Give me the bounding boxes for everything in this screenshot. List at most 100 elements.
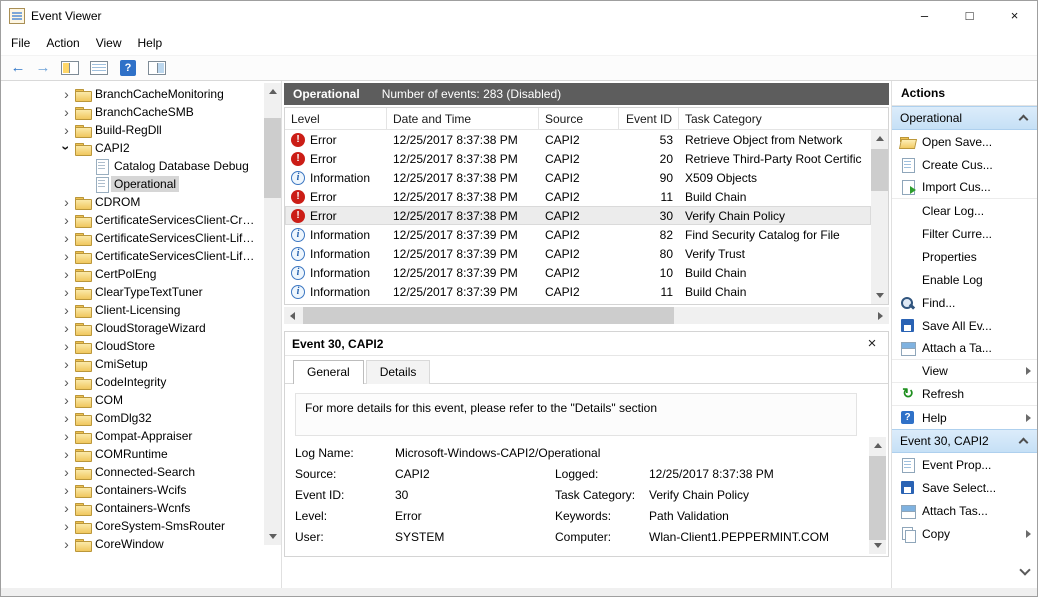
- scroll-right-icon[interactable]: [872, 307, 889, 324]
- tree-expander-icon[interactable]: [59, 357, 74, 372]
- tree-expander-icon[interactable]: [59, 447, 74, 462]
- event-row[interactable]: Information 12/25/2017 8:37:39 PM CAPI2 …: [285, 225, 871, 244]
- menu-item[interactable]: Help: [130, 33, 171, 53]
- menu-item[interactable]: Action: [38, 33, 87, 53]
- tree-item[interactable]: CoreWindow: [1, 535, 264, 553]
- action-row[interactable]: Copy: [892, 522, 1037, 545]
- event-list-scrollbar[interactable]: [871, 130, 888, 304]
- tree-item[interactable]: CertificateServicesClient-Lifec...: [1, 229, 264, 247]
- tree-expander-icon[interactable]: [59, 249, 74, 264]
- minimize-button[interactable]: –: [902, 1, 947, 31]
- event-row[interactable]: Error 12/25/2017 8:37:38 PM CAPI2 20 Ret…: [285, 149, 871, 168]
- tree-item[interactable]: Containers-Wcifs: [1, 481, 264, 499]
- tree-item[interactable]: CertificateServicesClient-Cred...: [1, 211, 264, 229]
- action-row[interactable]: Help: [892, 406, 1037, 429]
- tree-item[interactable]: Connected-Search: [1, 463, 264, 481]
- column-header-task-category[interactable]: Task Category: [679, 108, 871, 129]
- collapse-chevron-icon[interactable]: [1019, 436, 1029, 446]
- menu-item[interactable]: File: [3, 33, 38, 53]
- tree-item[interactable]: ComDlg32: [1, 409, 264, 427]
- tree-expander-icon[interactable]: [59, 393, 74, 408]
- scrollbar-thumb[interactable]: [264, 118, 281, 198]
- scroll-down-icon[interactable]: [264, 528, 281, 545]
- menu-item[interactable]: View: [88, 33, 130, 53]
- tree-item[interactable]: CodeIntegrity: [1, 373, 264, 391]
- back-arrow-icon[interactable]: [7, 58, 29, 78]
- tree-item[interactable]: COM: [1, 391, 264, 409]
- collapse-chevron-icon[interactable]: [1019, 113, 1029, 123]
- tree-expander-icon[interactable]: [59, 303, 74, 318]
- tree-item[interactable]: Containers-Wcnfs: [1, 499, 264, 517]
- column-header-source[interactable]: Source: [539, 108, 619, 129]
- tree-item[interactable]: CAPI2: [1, 139, 264, 157]
- event-row[interactable]: Information 12/25/2017 8:37:39 PM CAPI2 …: [285, 263, 871, 282]
- tree-item[interactable]: Operational: [1, 175, 264, 193]
- tree-expander-icon[interactable]: [59, 231, 74, 246]
- tree-item[interactable]: ClearTypeTextTuner: [1, 283, 264, 301]
- preview-tab[interactable]: Details: [366, 360, 431, 384]
- export-list-icon[interactable]: [89, 59, 109, 77]
- tree-expander-icon[interactable]: [59, 195, 74, 210]
- scrollbar-thumb[interactable]: [303, 307, 674, 324]
- scrollbar-thumb[interactable]: [871, 149, 888, 191]
- forward-arrow-icon[interactable]: [32, 58, 54, 78]
- scroll-up-icon[interactable]: [869, 437, 886, 454]
- tree-expander-icon[interactable]: [59, 339, 74, 354]
- action-row[interactable]: Clear Log...: [892, 199, 1037, 222]
- tree-expander-icon[interactable]: [59, 537, 74, 552]
- event-row[interactable]: Information 12/25/2017 8:37:38 PM CAPI2 …: [285, 168, 871, 187]
- scrollbar-track[interactable]: [301, 307, 872, 324]
- tree-expander-icon[interactable]: [59, 285, 74, 300]
- action-row[interactable]: Event Prop...: [892, 453, 1037, 476]
- scroll-up-icon[interactable]: [264, 83, 281, 100]
- action-row[interactable]: Find...: [892, 291, 1037, 314]
- column-header-date-time[interactable]: Date and Time: [387, 108, 539, 129]
- action-row[interactable]: Operational: [892, 106, 1037, 130]
- tree-item[interactable]: CDROM: [1, 193, 264, 211]
- scrollbar-track[interactable]: [869, 454, 886, 537]
- preview-tab[interactable]: General: [293, 360, 364, 384]
- action-row[interactable]: Attach Tas...: [892, 499, 1037, 522]
- event-row[interactable]: Error 12/25/2017 8:37:38 PM CAPI2 30 Ver…: [285, 206, 871, 225]
- event-row[interactable]: Error 12/25/2017 8:37:38 PM CAPI2 53 Ret…: [285, 130, 871, 149]
- tree-expander-icon[interactable]: [59, 267, 74, 282]
- tree-item[interactable]: CoreSystem-SmsRouter: [1, 517, 264, 535]
- action-row[interactable]: Attach a Ta...: [892, 337, 1037, 360]
- tree-item[interactable]: COMRuntime: [1, 445, 264, 463]
- tree-expander-icon[interactable]: [59, 141, 74, 156]
- tree-expander-icon[interactable]: [59, 429, 74, 444]
- scrollbar-track[interactable]: [264, 100, 281, 528]
- scrollbar-thumb[interactable]: [869, 456, 886, 540]
- column-header-event-id[interactable]: Event ID: [619, 108, 679, 129]
- action-row[interactable]: Create Cus...: [892, 153, 1037, 176]
- maximize-button[interactable]: □: [947, 1, 992, 31]
- scroll-left-icon[interactable]: [284, 307, 301, 324]
- action-row[interactable]: Event 30, CAPI2: [892, 429, 1037, 453]
- tree-expander-icon[interactable]: [59, 483, 74, 498]
- action-row[interactable]: View: [892, 360, 1037, 383]
- column-header-level[interactable]: Level: [285, 108, 387, 129]
- tree-item[interactable]: CloudStore: [1, 337, 264, 355]
- event-row[interactable]: Information 12/25/2017 8:37:39 PM CAPI2 …: [285, 282, 871, 301]
- tree-item[interactable]: Client-Licensing: [1, 301, 264, 319]
- event-row[interactable]: Information 12/25/2017 8:37:39 PM CAPI2 …: [285, 244, 871, 263]
- tree-item[interactable]: CertPolEng: [1, 265, 264, 283]
- tree-item[interactable]: Build-RegDll: [1, 121, 264, 139]
- tree-item[interactable]: BranchCacheSMB: [1, 103, 264, 121]
- tree-expander-icon[interactable]: [59, 321, 74, 336]
- tree-item[interactable]: Compat-Appraiser: [1, 427, 264, 445]
- tree-expander-icon[interactable]: [59, 411, 74, 426]
- action-row[interactable]: Save All Ev...: [892, 314, 1037, 337]
- action-row[interactable]: Properties: [892, 245, 1037, 268]
- tree-expander-icon[interactable]: [59, 105, 74, 120]
- action-row[interactable]: Refresh: [892, 383, 1037, 406]
- tree-item[interactable]: CloudStorageWizard: [1, 319, 264, 337]
- show-console-tree-icon[interactable]: [60, 59, 80, 77]
- scroll-down-icon[interactable]: [871, 287, 888, 304]
- tree-expander-icon[interactable]: [59, 501, 74, 516]
- scrollbar-track[interactable]: [871, 147, 888, 287]
- preview-scrollbar[interactable]: [869, 437, 886, 554]
- show-action-pane-icon[interactable]: [147, 59, 167, 77]
- action-row[interactable]: Open Save...: [892, 130, 1037, 153]
- event-row[interactable]: Error 12/25/2017 8:37:38 PM CAPI2 11 Bui…: [285, 187, 871, 206]
